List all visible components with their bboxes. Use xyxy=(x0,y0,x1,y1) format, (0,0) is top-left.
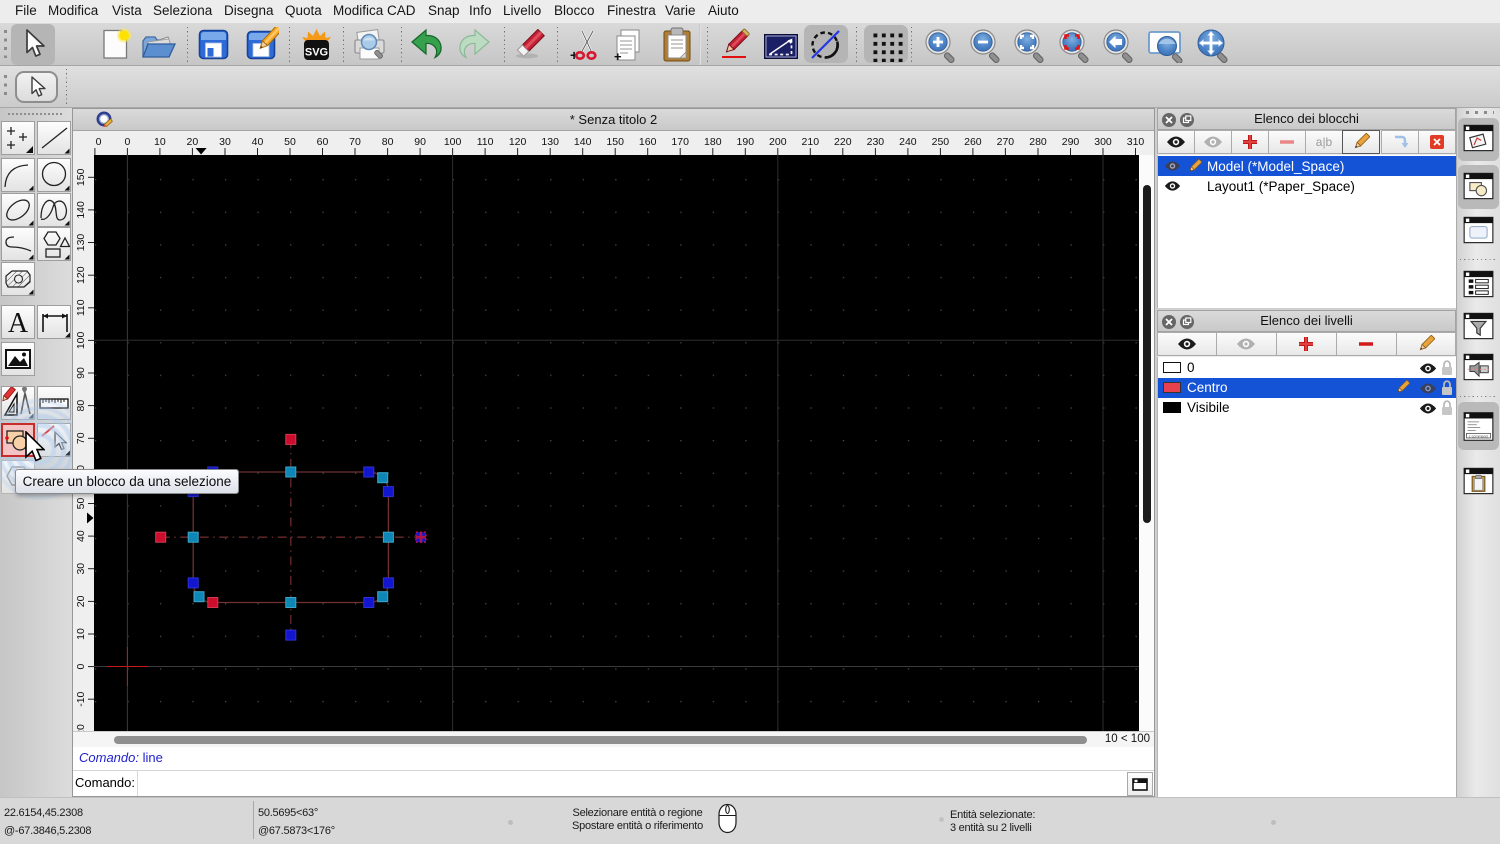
svg-text:150: 150 xyxy=(75,168,87,186)
svg-text:290: 290 xyxy=(1062,136,1080,148)
svg-text:90: 90 xyxy=(414,136,426,148)
svg-text:c command: c command xyxy=(1469,434,1488,438)
svg-text:190: 190 xyxy=(737,136,755,148)
svg-text:20: 20 xyxy=(187,136,199,148)
svg-text:140: 140 xyxy=(574,136,592,148)
svg-text:160: 160 xyxy=(639,136,657,148)
svg-text:240: 240 xyxy=(899,136,917,148)
svg-text:260: 260 xyxy=(964,136,982,148)
svg-text:310: 310 xyxy=(1127,136,1145,148)
svg-text:50: 50 xyxy=(75,498,87,510)
svg-text:270: 270 xyxy=(997,136,1015,148)
svg-text:10: 10 xyxy=(154,136,166,148)
svg-text:-10: -10 xyxy=(75,691,87,706)
svg-text:0: 0 xyxy=(75,664,87,670)
svg-text:30: 30 xyxy=(75,563,87,575)
svg-text:130: 130 xyxy=(541,136,559,148)
svg-text:90: 90 xyxy=(75,367,87,379)
svg-text:20: 20 xyxy=(75,595,87,607)
svg-text:300: 300 xyxy=(1094,136,1112,148)
svg-text:140: 140 xyxy=(75,201,87,219)
svg-text:0: 0 xyxy=(96,136,102,148)
svg-text:110: 110 xyxy=(75,299,87,316)
svg-text:120: 120 xyxy=(509,136,527,148)
svg-text:130: 130 xyxy=(75,234,87,252)
svg-text:170: 170 xyxy=(671,136,689,148)
svg-text:110: 110 xyxy=(477,136,494,148)
svg-text:SVG: SVG xyxy=(305,47,328,59)
svg-text:50: 50 xyxy=(284,136,296,148)
svg-text:40: 40 xyxy=(75,530,87,542)
svg-text:200: 200 xyxy=(769,136,787,148)
svg-text:60: 60 xyxy=(317,136,329,148)
svg-text:A: A xyxy=(8,308,29,338)
svg-text:100: 100 xyxy=(75,331,87,349)
svg-text:80: 80 xyxy=(382,136,394,148)
svg-text:70: 70 xyxy=(75,432,87,444)
svg-text:220: 220 xyxy=(834,136,852,148)
svg-text:210: 210 xyxy=(802,136,820,148)
svg-text:250: 250 xyxy=(932,136,950,148)
svg-text:10: 10 xyxy=(75,628,87,640)
svg-text:30: 30 xyxy=(219,136,231,148)
svg-text:120: 120 xyxy=(75,266,87,284)
svg-text:180: 180 xyxy=(704,136,722,148)
svg-text:0: 0 xyxy=(124,136,130,148)
svg-text:100: 100 xyxy=(444,136,462,148)
svg-text:70: 70 xyxy=(349,136,361,148)
svg-text:-20: -20 xyxy=(75,724,87,731)
svg-text:150: 150 xyxy=(606,136,624,148)
svg-text:40: 40 xyxy=(252,136,264,148)
svg-text:+: + xyxy=(614,49,622,63)
svg-text:230: 230 xyxy=(867,136,885,148)
svg-text:280: 280 xyxy=(1029,136,1047,148)
svg-text:80: 80 xyxy=(75,400,87,412)
